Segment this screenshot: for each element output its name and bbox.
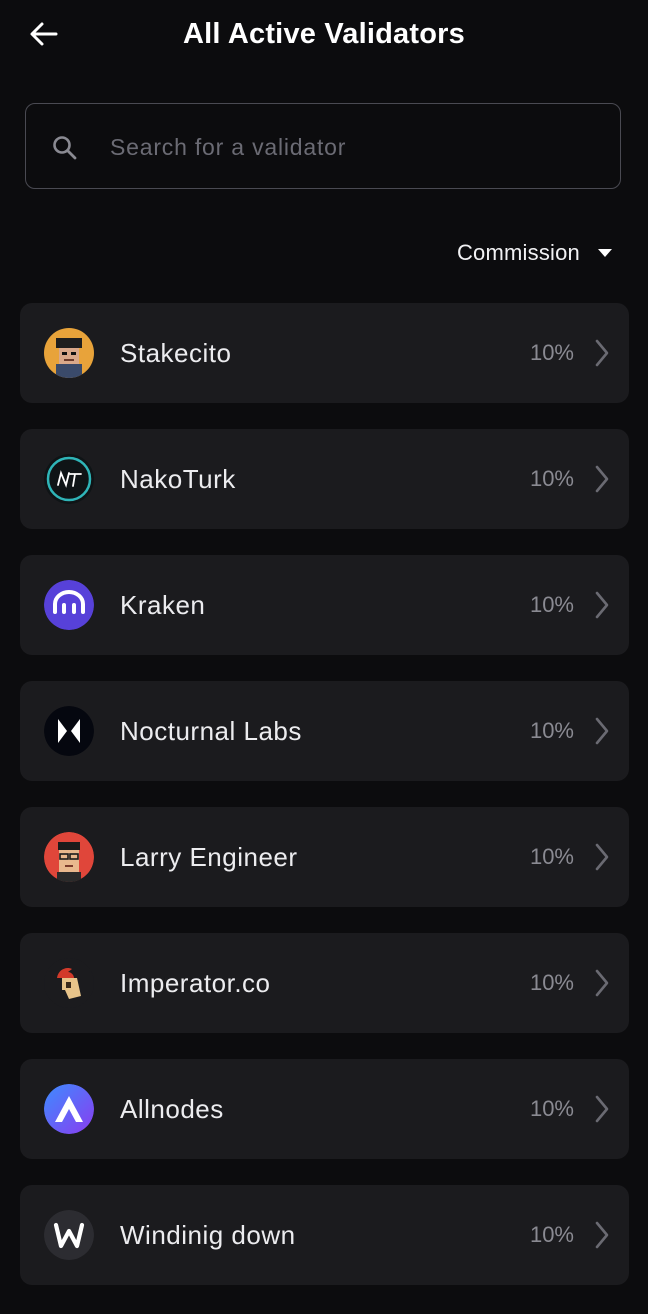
allnodes-avatar [44,1084,94,1134]
validator-commission: 10% [529,844,574,869]
validator-name: Nocturnal Labs [120,716,302,746]
validator-row-imperator[interactable]: Imperator.co 10% [20,933,629,1033]
sort-dropdown[interactable]: Commission [457,236,612,270]
search-icon [53,136,77,160]
chevron-right-icon [595,339,609,367]
kraken-avatar [44,580,94,630]
validator-commission: 10% [529,718,574,743]
validator-commission: 10% [529,466,574,491]
search-input[interactable] [108,126,602,168]
validator-commission: 10% [529,340,574,365]
validator-row-larry-engineer[interactable]: Larry Engineer 10% [20,807,629,907]
validator-commission: 10% [529,592,574,617]
validator-row-allnodes[interactable]: Allnodes 10% [20,1059,629,1159]
windinig-down-avatar [44,1210,94,1260]
stakecito-avatar [44,328,94,378]
validator-row-kraken[interactable]: Kraken 10% [20,555,629,655]
validator-name: Windinig down [120,1220,296,1250]
validator-commission: 10% [529,1096,574,1121]
page-title: All Active Validators [183,18,465,50]
nocturnal-labs-avatar [44,706,94,756]
validator-commission: 10% [529,1222,574,1247]
header: All Active Validators [0,0,648,70]
chevron-right-icon [595,1221,609,1249]
validator-row-windinig-down[interactable]: Windinig down 10% [20,1185,629,1285]
validator-name: Allnodes [120,1094,224,1124]
larry-engineer-avatar [44,832,94,882]
validator-row-nocturnal-labs[interactable]: Nocturnal Labs 10% [20,681,629,781]
validator-commission: 10% [529,970,574,995]
validator-name: Kraken [120,590,206,620]
chevron-right-icon [595,717,609,745]
validator-name: Imperator.co [120,968,271,998]
validator-list: Stakecito 10% NakoTurk 10% Kraken 10% No… [20,303,629,1311]
validator-row-nakoturk[interactable]: NakoTurk 10% [20,429,629,529]
chevron-right-icon [595,465,609,493]
nakoturk-avatar [44,454,94,504]
validator-name: NakoTurk [120,464,236,494]
sort-label: Commission [456,240,580,265]
imperator-avatar [44,958,94,1008]
chevron-right-icon [595,969,609,997]
validator-row-stakecito[interactable]: Stakecito 10% [20,303,629,403]
validator-name: Stakecito [120,338,232,368]
chevron-right-icon [595,591,609,619]
validator-name: Larry Engineer [120,842,298,872]
caret-down-icon [598,249,612,257]
chevron-right-icon [595,843,609,871]
chevron-right-icon [595,1095,609,1123]
search-box[interactable] [25,103,621,189]
